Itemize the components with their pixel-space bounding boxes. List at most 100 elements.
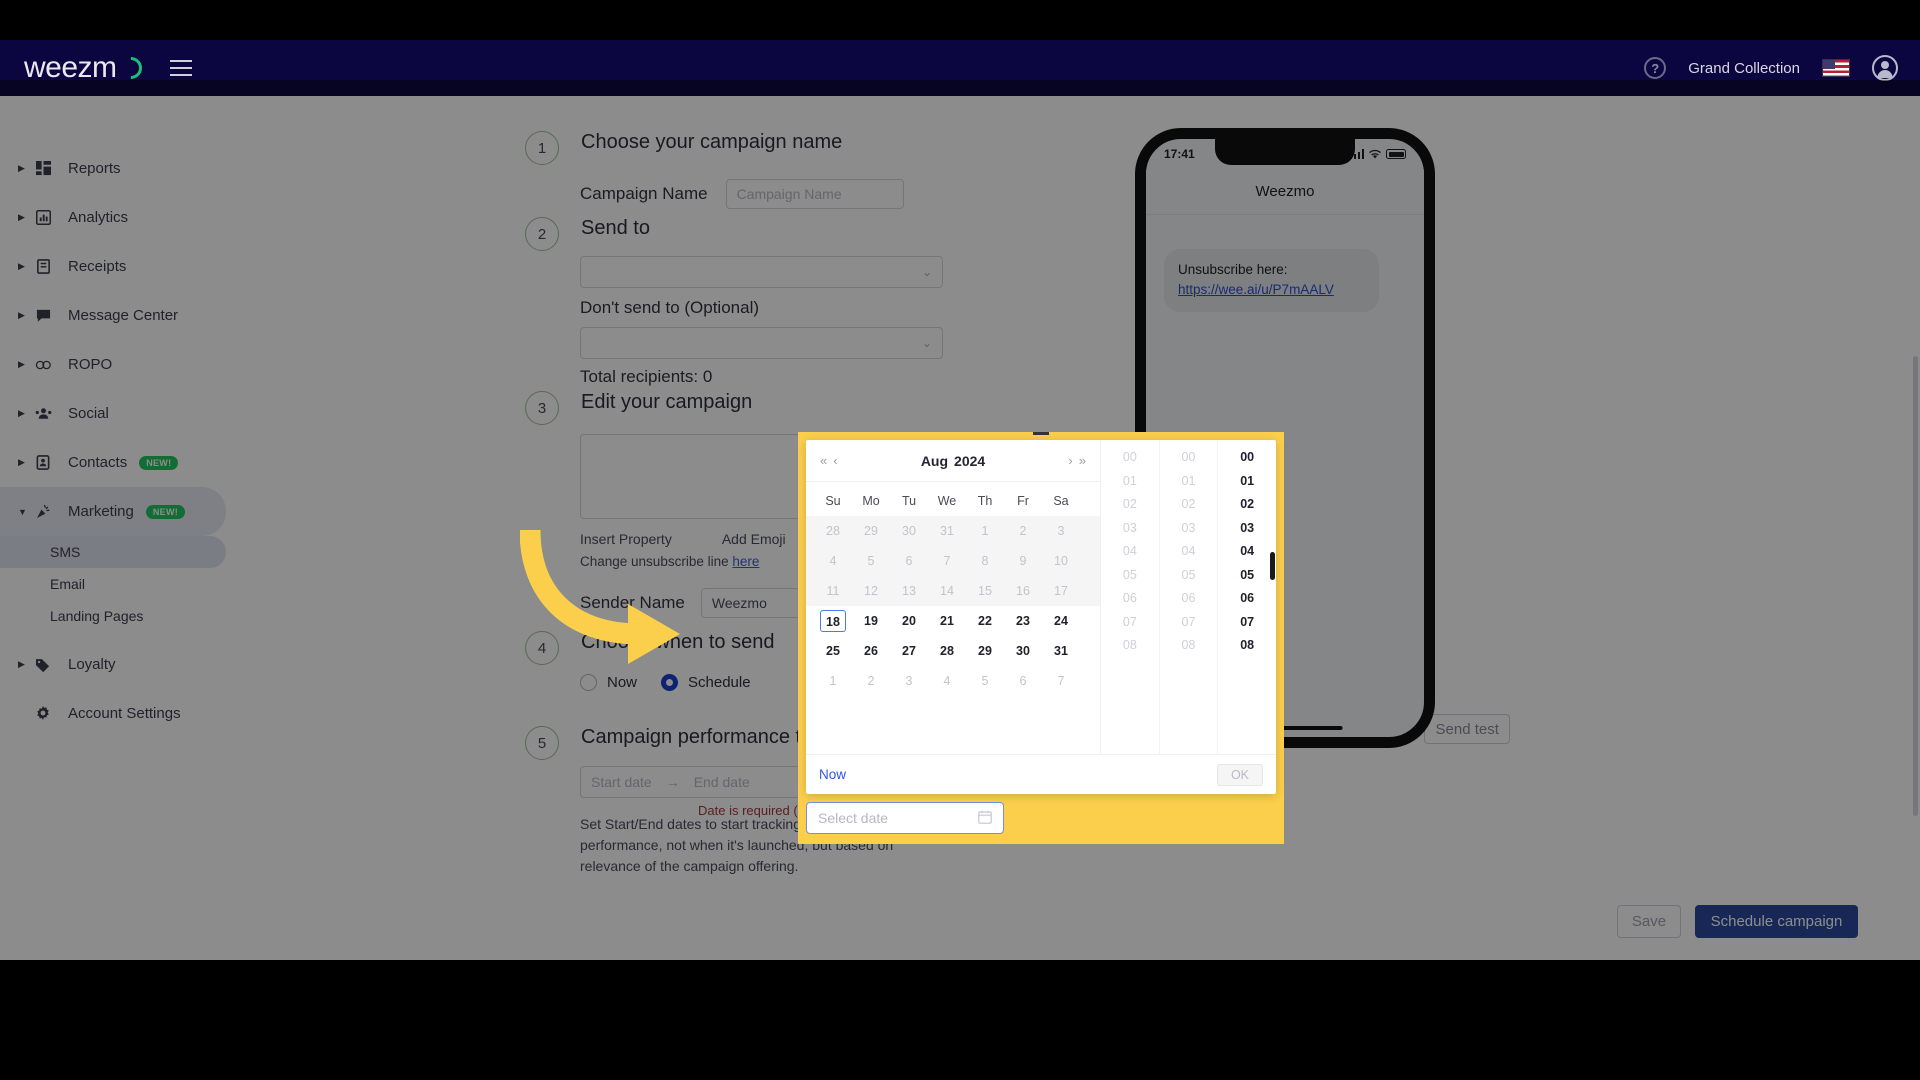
select-date-input[interactable]: Select date bbox=[806, 802, 1004, 834]
prev-year-icon[interactable]: « bbox=[817, 453, 830, 468]
calendar-year[interactable]: 2024 bbox=[954, 453, 985, 469]
second-option-08[interactable]: 08 bbox=[1218, 634, 1276, 658]
app-stage: weezm ? Grand Collection ▶ Reports ▶ Ana… bbox=[0, 40, 1920, 960]
calendar-day-cell[interactable]: 18 bbox=[814, 606, 852, 636]
calendar-day-cell: 2 bbox=[1004, 516, 1042, 546]
calendar-day-cell[interactable]: 24 bbox=[1042, 606, 1080, 636]
minute-option-00[interactable]: 00 bbox=[1160, 446, 1218, 470]
calendar-weeks: 28 29 30 31 1 2 3 4 5 6 7 8 9 10 11 12 13 14 15 16 17 18 19 20 2… bbox=[806, 516, 1100, 696]
calendar-day-cell: 11 bbox=[814, 576, 852, 606]
ok-button[interactable]: OK bbox=[1216, 763, 1263, 786]
minute-option-04[interactable]: 04 bbox=[1160, 540, 1218, 564]
calendar-day-19[interactable]: 19 bbox=[858, 610, 884, 632]
second-option-02[interactable]: 02 bbox=[1218, 493, 1276, 517]
hour-option-03[interactable]: 03 bbox=[1101, 517, 1159, 541]
minute-option-08[interactable]: 08 bbox=[1160, 634, 1218, 658]
minute-column[interactable]: 00 01 02 03 04 05 06 07 08 bbox=[1158, 440, 1218, 754]
hour-option-04[interactable]: 04 bbox=[1101, 540, 1159, 564]
calendar-day-cell[interactable]: 22 bbox=[966, 606, 1004, 636]
hour-option-02[interactable]: 02 bbox=[1101, 493, 1159, 517]
calendar-day-31[interactable]: 31 bbox=[1048, 640, 1074, 662]
app-root: weezm ? Grand Collection ▶ Reports ▶ Ana… bbox=[0, 0, 1920, 1080]
calendar-day-5: 5 bbox=[867, 554, 875, 568]
second-option-01[interactable]: 01 bbox=[1218, 470, 1276, 494]
calendar-day-cell: 4 bbox=[814, 546, 852, 576]
hamburger-icon[interactable] bbox=[169, 60, 192, 76]
calendar-day-13: 13 bbox=[902, 584, 916, 598]
calendar-day-cell[interactable]: 31 bbox=[1042, 636, 1080, 666]
minute-option-05[interactable]: 05 bbox=[1160, 564, 1218, 588]
calendar-day-cell[interactable]: 19 bbox=[852, 606, 890, 636]
calendar-day-cell: 30 bbox=[890, 516, 928, 546]
second-option-06[interactable]: 06 bbox=[1218, 587, 1276, 611]
calendar-day-25[interactable]: 25 bbox=[820, 640, 846, 662]
calendar-day-17: 17 bbox=[1054, 584, 1068, 598]
calendar-day-18[interactable]: 18 bbox=[820, 610, 846, 632]
hour-column[interactable]: 00 01 02 03 04 05 06 07 08 bbox=[1101, 440, 1159, 754]
topbar-right-group: ? Grand Collection bbox=[1644, 55, 1898, 81]
calendar-day-22[interactable]: 22 bbox=[972, 610, 998, 632]
calendar-day-29[interactable]: 29 bbox=[972, 640, 998, 662]
now-link[interactable]: Now bbox=[819, 767, 846, 782]
hour-option-06[interactable]: 06 bbox=[1101, 587, 1159, 611]
minute-option-02[interactable]: 02 bbox=[1160, 493, 1218, 517]
calendar-day-cell[interactable]: 26 bbox=[852, 636, 890, 666]
calendar-day-cell[interactable]: 27 bbox=[890, 636, 928, 666]
weekday-we: We bbox=[937, 494, 957, 508]
calendar-day-cell: 16 bbox=[1004, 576, 1042, 606]
calendar-day-21[interactable]: 21 bbox=[934, 610, 960, 632]
second-column[interactable]: 00 01 02 03 04 05 06 07 08 bbox=[1217, 440, 1276, 754]
minute-option-06[interactable]: 06 bbox=[1160, 587, 1218, 611]
hour-option-01[interactable]: 01 bbox=[1101, 470, 1159, 494]
minute-option-01[interactable]: 01 bbox=[1160, 470, 1218, 494]
calendar-day-24[interactable]: 24 bbox=[1048, 610, 1074, 632]
organization-name[interactable]: Grand Collection bbox=[1688, 60, 1800, 77]
calendar-day-cell[interactable]: 23 bbox=[1004, 606, 1042, 636]
calendar-day-cell[interactable]: 25 bbox=[814, 636, 852, 666]
calendar-icon[interactable] bbox=[978, 810, 992, 827]
next-year-icon[interactable]: » bbox=[1076, 453, 1089, 468]
hour-option-05[interactable]: 05 bbox=[1101, 564, 1159, 588]
calendar-day-cell[interactable]: 29 bbox=[966, 636, 1004, 666]
second-option-03[interactable]: 03 bbox=[1218, 517, 1276, 541]
calendar-day-cell[interactable]: 28 bbox=[928, 636, 966, 666]
calendar-day-cell[interactable]: 30 bbox=[1004, 636, 1042, 666]
calendar-day-cell: 6 bbox=[1004, 666, 1042, 696]
calendar-day-23[interactable]: 23 bbox=[1010, 610, 1036, 632]
second-option-04[interactable]: 04 bbox=[1218, 540, 1276, 564]
weekday-header-row: Su Mo Tu We Th Fr Sa bbox=[806, 486, 1100, 516]
hour-option-08[interactable]: 08 bbox=[1101, 634, 1159, 658]
calendar-day-16: 16 bbox=[1016, 584, 1030, 598]
calendar-day-1: 1 bbox=[981, 524, 989, 538]
calendar-day-26[interactable]: 26 bbox=[858, 640, 884, 662]
calendar-day-8: 8 bbox=[981, 554, 989, 568]
select-date-placeholder: Select date bbox=[818, 810, 889, 826]
hour-option-07[interactable]: 07 bbox=[1101, 611, 1159, 635]
calendar-month[interactable]: Aug bbox=[921, 453, 948, 469]
datepicker-drag-handle[interactable] bbox=[1033, 432, 1049, 435]
time-scrollbar[interactable] bbox=[1270, 552, 1275, 580]
calendar-day-28[interactable]: 28 bbox=[934, 640, 960, 662]
calendar-day-6: 6 bbox=[905, 554, 913, 568]
calendar-day-cell[interactable]: 20 bbox=[890, 606, 928, 636]
calendar-day-cell: 31 bbox=[928, 516, 966, 546]
second-option-00[interactable]: 00 bbox=[1218, 446, 1276, 470]
second-option-07[interactable]: 07 bbox=[1218, 611, 1276, 635]
calendar-day-cell[interactable]: 21 bbox=[928, 606, 966, 636]
calendar-week-row: 18 19 20 21 22 23 24 bbox=[806, 606, 1100, 636]
help-icon[interactable]: ? bbox=[1644, 57, 1667, 79]
calendar-day-27[interactable]: 27 bbox=[896, 640, 922, 662]
us-flag-icon[interactable] bbox=[1822, 59, 1850, 77]
calendar-day-cell: 2 bbox=[852, 666, 890, 696]
second-option-05[interactable]: 05 bbox=[1218, 564, 1276, 588]
minute-option-07[interactable]: 07 bbox=[1160, 611, 1218, 635]
calendar-day-20[interactable]: 20 bbox=[896, 610, 922, 632]
hour-option-00[interactable]: 00 bbox=[1101, 446, 1159, 470]
next-month-icon[interactable]: › bbox=[1065, 453, 1075, 468]
calendar-day-30[interactable]: 30 bbox=[1010, 640, 1036, 662]
minute-option-03[interactable]: 03 bbox=[1160, 517, 1218, 541]
account-avatar[interactable] bbox=[1872, 55, 1898, 81]
calendar-week-row: 25 26 27 28 29 30 31 bbox=[806, 636, 1100, 666]
prev-month-icon[interactable]: ‹ bbox=[830, 453, 840, 468]
calendar-day-6: 6 bbox=[1019, 674, 1027, 688]
